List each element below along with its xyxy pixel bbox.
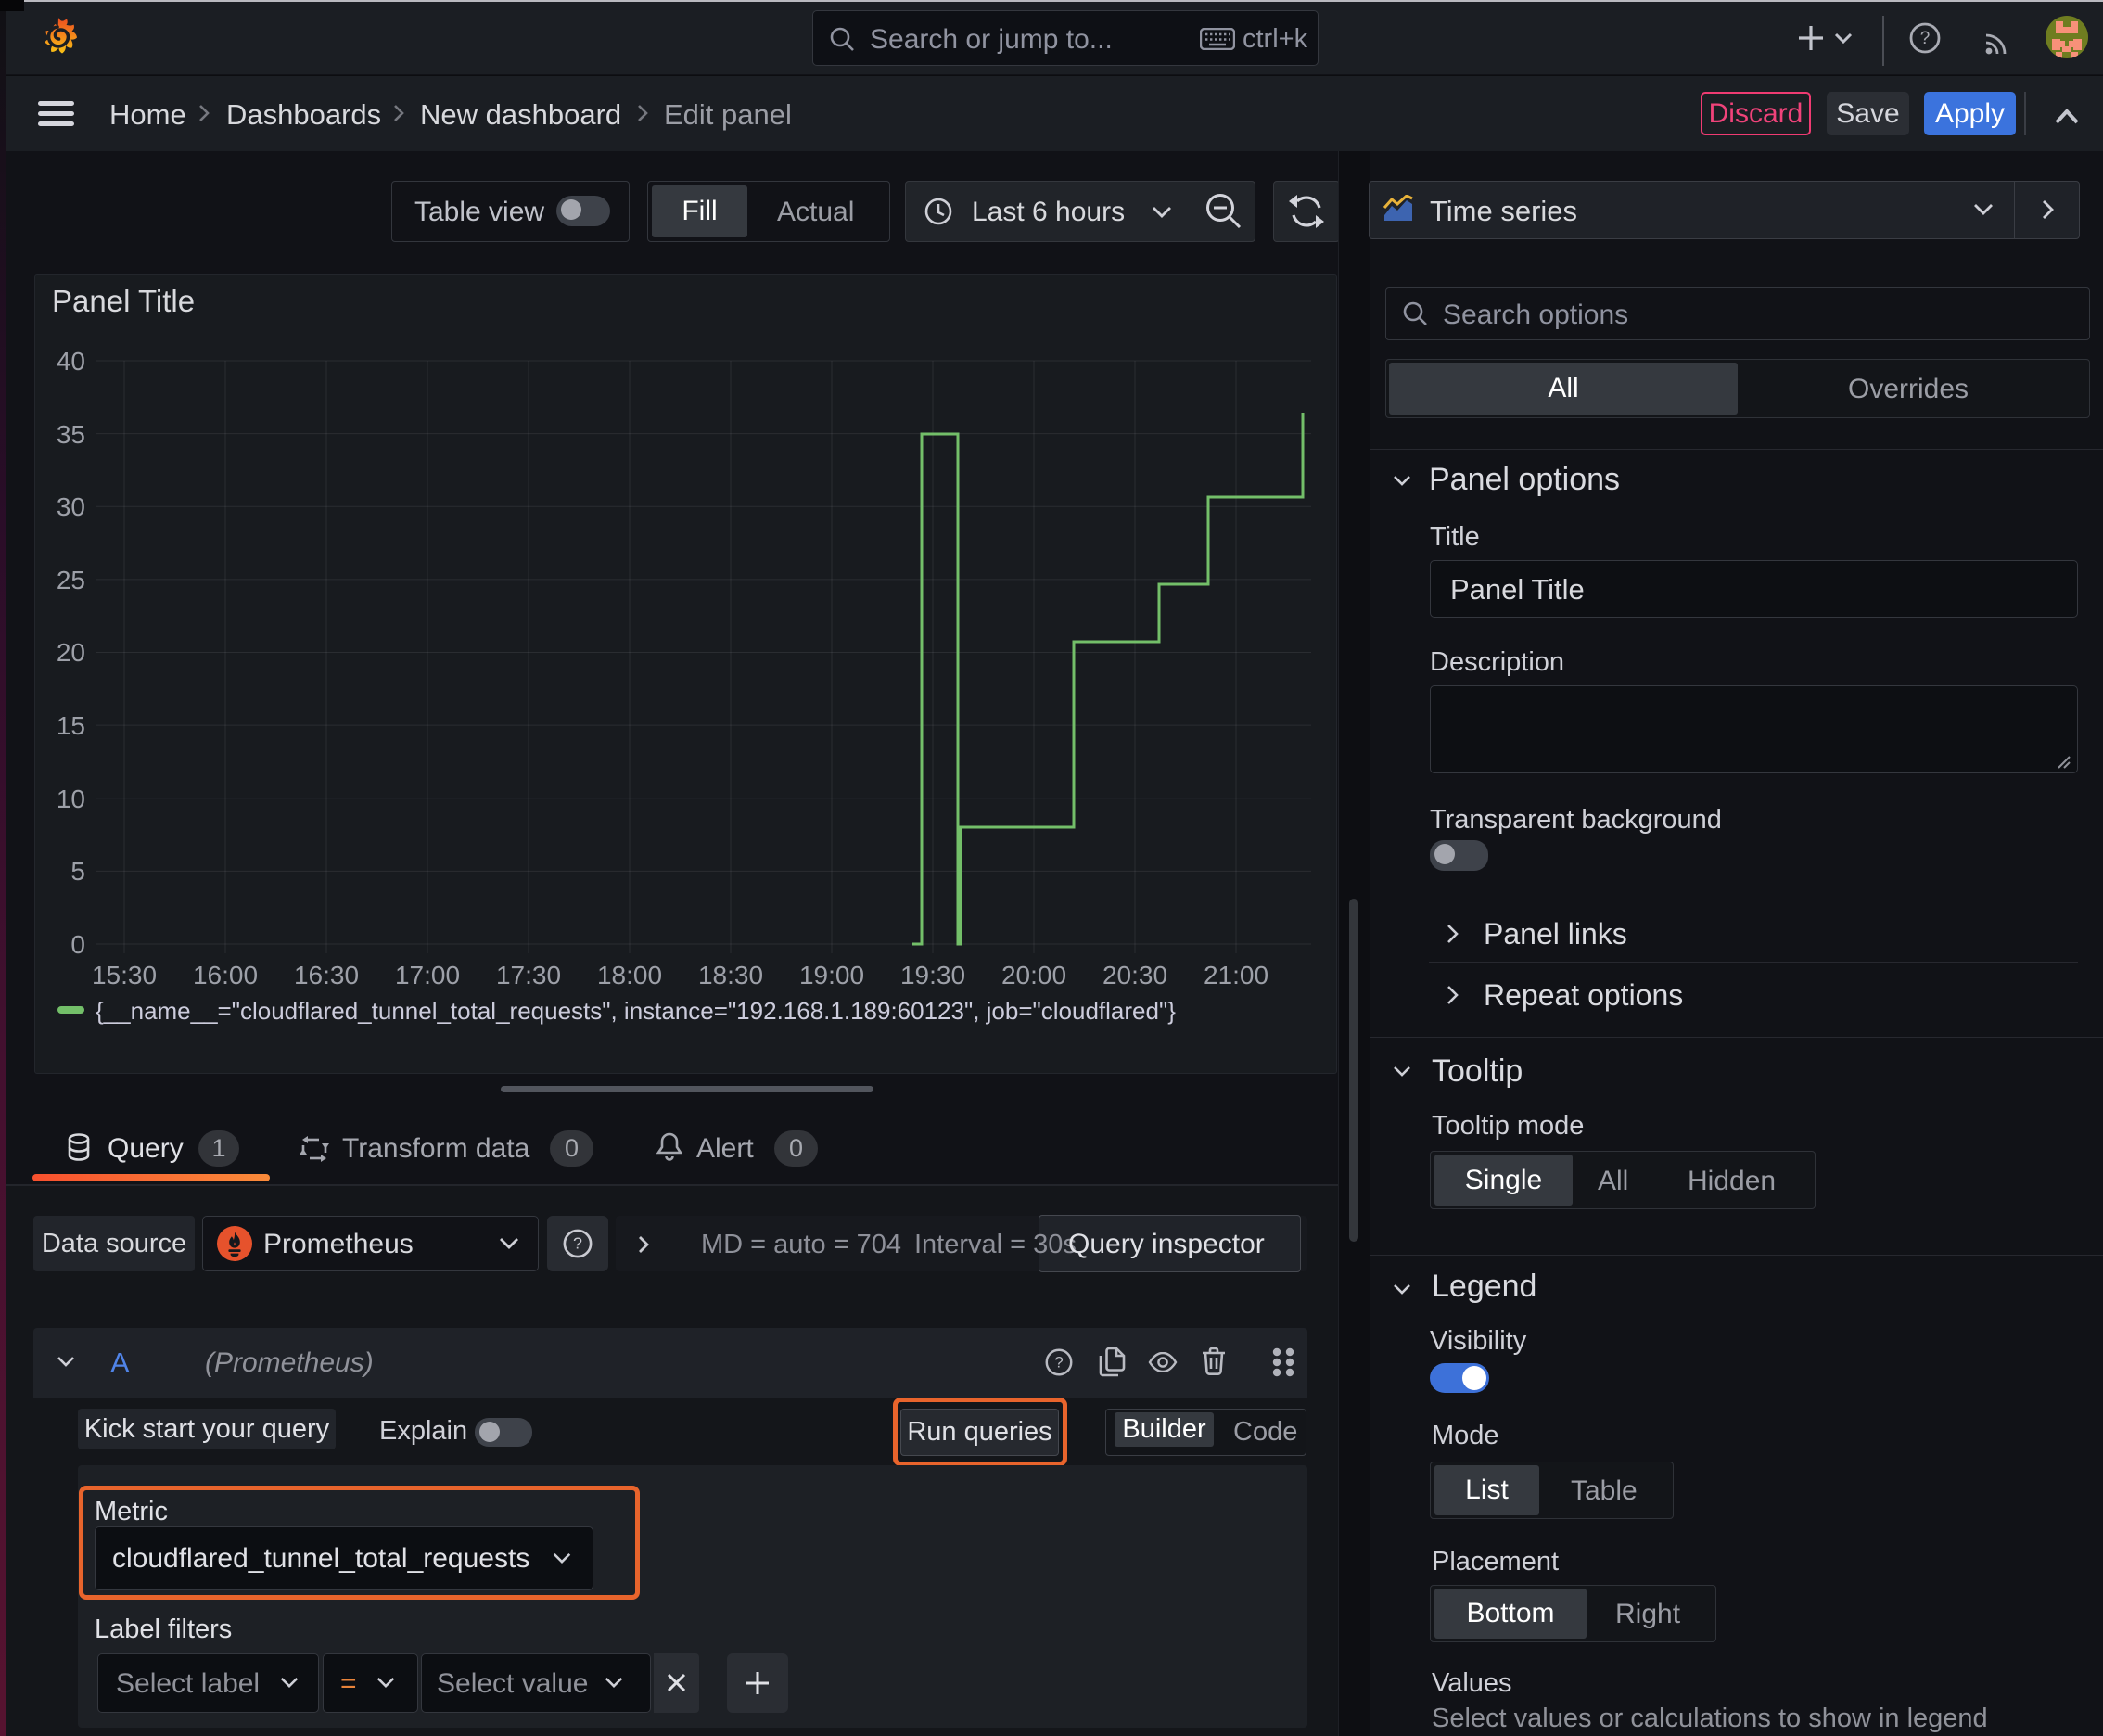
svg-text:20:30: 20:30 [1102,961,1167,989]
svg-text:19:30: 19:30 [900,961,965,989]
svg-text:17:00: 17:00 [395,961,460,989]
svg-text:21:00: 21:00 [1204,961,1268,989]
svg-text:{__name__="cloudflared_tunnel_: {__name__="cloudflared_tunnel_total_requ… [96,997,1176,1025]
svg-text:5: 5 [70,857,85,886]
svg-text:19:00: 19:00 [799,961,864,989]
svg-text:15:30: 15:30 [92,961,157,989]
svg-text:30: 30 [57,492,85,521]
svg-text:18:00: 18:00 [597,961,662,989]
svg-text:20: 20 [57,638,85,667]
svg-text:25: 25 [57,566,85,594]
svg-text:16:30: 16:30 [294,961,359,989]
svg-text:15: 15 [57,711,85,740]
svg-text:35: 35 [57,420,85,449]
svg-text:?: ? [1920,29,1931,48]
svg-text:20:00: 20:00 [1001,961,1066,989]
svg-text:0: 0 [70,930,85,959]
svg-text:40: 40 [57,347,85,376]
svg-text:?: ? [573,1234,582,1253]
svg-text:?: ? [1054,1353,1063,1371]
svg-text:16:00: 16:00 [193,961,258,989]
svg-text:17:30: 17:30 [496,961,561,989]
svg-text:10: 10 [57,785,85,813]
svg-text:18:30: 18:30 [698,961,763,989]
